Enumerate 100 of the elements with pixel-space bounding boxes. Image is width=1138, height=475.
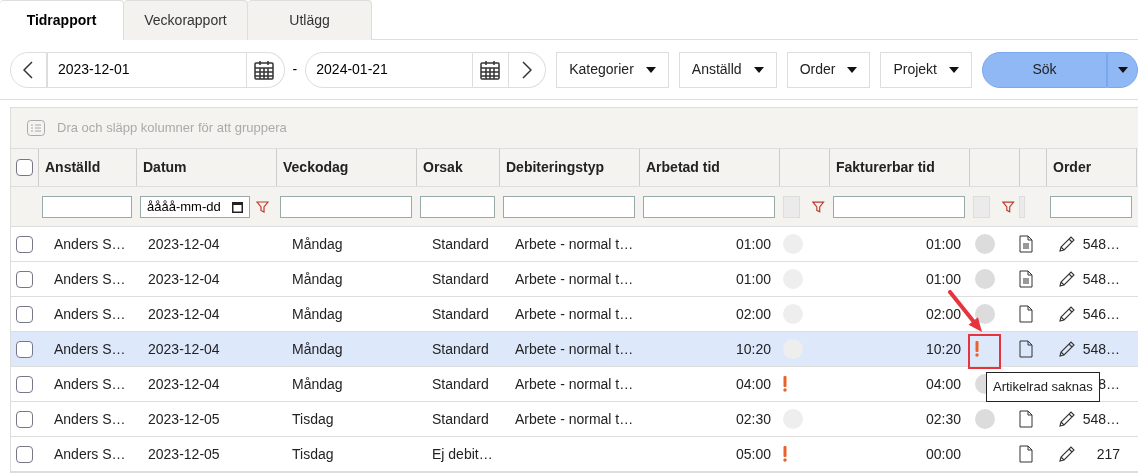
filter-field[interactable]: [1050, 195, 1132, 218]
table-cell: 02:00: [735, 306, 771, 322]
checkbox[interactable]: [16, 235, 33, 253]
table-cell-text: Standard: [431, 339, 490, 359]
list-icon: [27, 120, 45, 136]
document-icon[interactable]: [1019, 410, 1033, 428]
document-icon[interactable]: [1019, 340, 1033, 358]
table-row[interactable]: Anders S… 2023-12-04 Måndag Standard Arbete - normal t… 10:20 10:20 548…: [11, 332, 1138, 367]
filter-field[interactable]: [42, 195, 132, 218]
tooltip: Artikelrad saknas: [986, 372, 1100, 402]
table-cell: 01:00: [735, 236, 771, 252]
pencil-icon[interactable]: [1058, 410, 1076, 428]
filter-field[interactable]: [420, 195, 495, 218]
filter-dropdown[interactable]: Projekt: [880, 51, 972, 88]
table-cell-text: Arbete - normal t…: [514, 306, 634, 322]
order-link[interactable]: 548…: [1080, 233, 1120, 255]
table-cell: 02:00: [925, 306, 961, 322]
pencil-icon[interactable]: [1058, 340, 1076, 358]
checkbox[interactable]: [16, 305, 33, 323]
pencil-icon[interactable]: [1058, 445, 1076, 463]
checkbox[interactable]: [16, 159, 33, 176]
chevron-left-icon: [23, 60, 34, 79]
table-cell-text: Standard: [431, 234, 490, 254]
column-header[interactable]: Arbetad tid: [646, 157, 720, 178]
date-separator: -: [292, 60, 298, 79]
document-icon[interactable]: [1019, 235, 1033, 253]
table-cell-text: 2023-12-05: [147, 444, 221, 464]
table-cell-text: Anders S…: [53, 339, 127, 359]
caret-icon: [645, 66, 656, 73]
table-cell-text: Standard: [431, 269, 490, 289]
document-icon[interactable]: [1019, 305, 1033, 323]
search-button[interactable]: Sök: [982, 51, 1107, 88]
caret-icon: [1117, 66, 1128, 73]
column-header[interactable]: Anställd: [45, 157, 101, 178]
calendar-button[interactable]: [472, 51, 510, 88]
table-cell: 02:30: [925, 411, 961, 427]
document-icon[interactable]: [1019, 445, 1033, 463]
caret-icon: [847, 66, 858, 73]
order-link[interactable]: 548…: [1080, 408, 1120, 430]
tab[interactable]: Tidrapport: [0, 0, 124, 40]
filter-toggle[interactable]: [783, 195, 801, 218]
tab[interactable]: Veckorapport: [124, 0, 248, 40]
filter-field[interactable]: [643, 195, 775, 218]
filter-dropdown[interactable]: Order: [786, 51, 871, 88]
order-link[interactable]: 548…: [1080, 338, 1120, 360]
column-header[interactable]: Fakturerbar tid: [836, 157, 935, 178]
filter-dropdown[interactable]: Kategorier: [556, 51, 669, 88]
checkbox[interactable]: [16, 410, 33, 428]
table-cell: 10:20: [735, 341, 771, 357]
column-header[interactable]: Debiteringstyp: [506, 157, 604, 178]
group-hint: Dra och släpp kolumner för att gruppera: [57, 119, 287, 138]
date-filter-field[interactable]: åååå-mm-dd: [140, 195, 250, 218]
table-cell-text: Anders S…: [53, 444, 127, 464]
table-cell-text: 2023-12-04: [147, 339, 221, 359]
table-cell: 10:20: [925, 341, 961, 357]
calendar-icon: [232, 200, 243, 213]
filter-field[interactable]: [833, 195, 965, 218]
filter-toggle[interactable]: [973, 195, 991, 218]
order-link[interactable]: 548…: [1080, 268, 1120, 290]
document-icon[interactable]: [1019, 270, 1033, 288]
search-options-button[interactable]: [1107, 51, 1138, 88]
checkbox[interactable]: [16, 340, 33, 358]
pencil-icon[interactable]: [1058, 305, 1076, 323]
column-header[interactable]: Order: [1053, 157, 1092, 178]
order-link[interactable]: 546…: [1080, 303, 1120, 325]
table-cell-text: Arbete - normal t…: [514, 341, 634, 357]
checkbox[interactable]: [16, 445, 33, 463]
highlight-box: [968, 334, 1001, 369]
filter-toggle[interactable]: [1019, 195, 1025, 218]
column-header[interactable]: Veckodag: [283, 157, 349, 178]
table-cell-text: Tisdag: [291, 409, 335, 429]
column-header[interactable]: Orsak: [423, 157, 463, 178]
table-cell-text: 2023-12-04: [147, 374, 221, 394]
table-cell: 01:00: [735, 271, 771, 287]
table-cell: 01:00: [925, 236, 961, 252]
warning-icon: [975, 341, 979, 357]
tab[interactable]: Utlägg: [248, 0, 372, 40]
order-link[interactable]: 217: [1080, 443, 1120, 465]
table-cell: 02:30: [735, 411, 771, 427]
calendar-icon[interactable]: [253, 58, 276, 81]
filter-dropdown[interactable]: Anställd: [678, 51, 777, 88]
filter-field[interactable]: [503, 195, 635, 218]
table-cell-text: Måndag: [291, 269, 344, 289]
filter-icon[interactable]: [256, 200, 269, 213]
checkbox[interactable]: [16, 270, 33, 288]
table-cell-text: Arbete - normal t…: [514, 411, 634, 427]
table-cell-text: Arbete - normal t…: [514, 271, 634, 287]
pencil-icon[interactable]: [1058, 235, 1076, 253]
filter-field[interactable]: [280, 195, 412, 218]
column-header[interactable]: Datum: [143, 157, 187, 178]
date-field[interactable]: 2023-12-01: [46, 51, 248, 88]
chevron-right-icon: [522, 60, 533, 79]
calendar-icon[interactable]: [479, 58, 502, 81]
filter-icon[interactable]: [812, 200, 825, 213]
table-cell-text: Ej debit…: [431, 444, 494, 464]
filter-icon[interactable]: [1002, 200, 1015, 213]
caret-icon: [949, 66, 959, 73]
pencil-icon[interactable]: [1058, 270, 1076, 288]
table-cell-text: 2023-12-04: [147, 234, 221, 254]
checkbox[interactable]: [16, 375, 33, 393]
